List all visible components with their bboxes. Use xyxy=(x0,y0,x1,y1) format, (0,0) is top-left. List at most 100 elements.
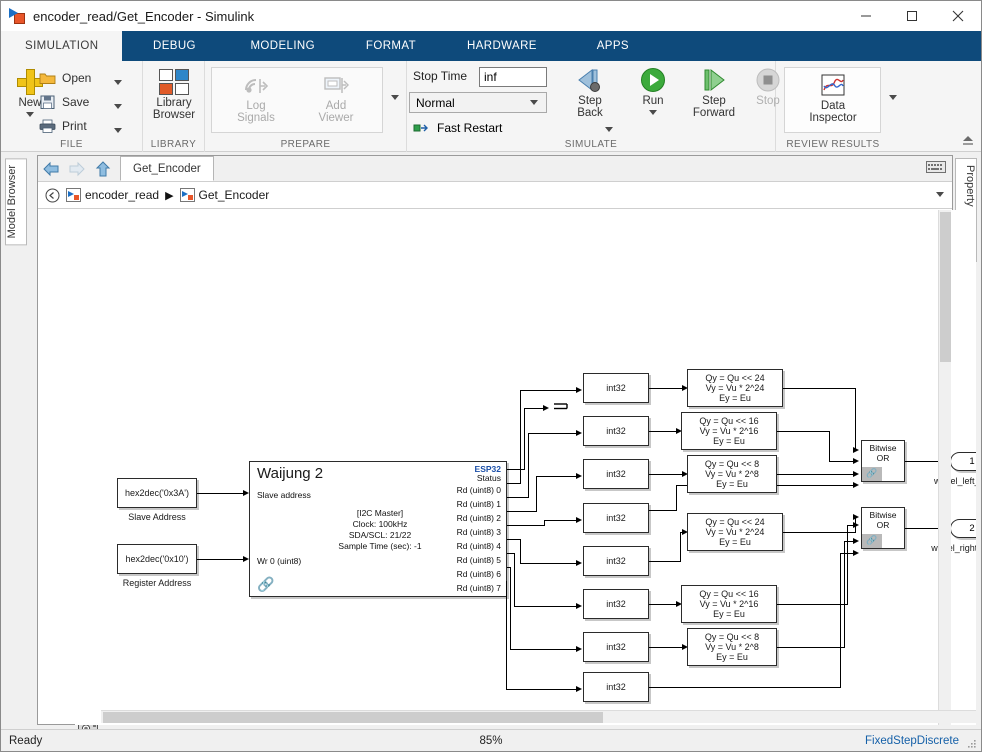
minimize-button[interactable] xyxy=(843,1,889,31)
block-int32-2[interactable]: int32 xyxy=(583,459,649,489)
block-int32-7[interactable]: int32 xyxy=(583,672,649,702)
stop-time-label: Stop Time xyxy=(413,69,468,83)
block-shift-0[interactable]: Qy = Qu << 24 Vy = Vu * 2^24 Ey = Eu xyxy=(687,369,783,407)
status-bar: Ready 85% FixedStepDiscrete xyxy=(1,729,981,751)
fast-restart-button[interactable]: Fast Restart xyxy=(413,121,502,135)
tab-simulation[interactable]: SIMULATION xyxy=(1,31,123,61)
arrow-or1-in1 xyxy=(853,457,859,464)
wire-rd7-a xyxy=(506,581,507,690)
file-tab-get-encoder[interactable]: Get_Encoder xyxy=(120,156,214,181)
status-solver-link[interactable]: FixedStepDiscrete xyxy=(865,735,959,747)
close-button[interactable] xyxy=(935,1,981,31)
vertical-scroll-thumb[interactable] xyxy=(940,212,951,362)
tab-apps[interactable]: APPS xyxy=(561,31,665,61)
block-shift-4[interactable]: Qy = Qu << 16 Vy = Vu * 2^16 Ey = Eu xyxy=(681,585,777,623)
save-button[interactable]: Save xyxy=(37,95,89,109)
shift-4-line-1: Qy = Qu << 16 xyxy=(699,589,759,599)
breadcrumb-item-encoder-read[interactable]: encoder_read xyxy=(66,188,159,202)
wire-s4-or2-v xyxy=(847,525,848,605)
window-controls xyxy=(843,1,981,31)
title-bar: encoder_read/Get_Encoder - Simulink xyxy=(1,1,981,31)
tab-modeling[interactable]: MODELING xyxy=(226,31,339,61)
wire-s0-or1 xyxy=(783,388,856,389)
run-button[interactable]: Run xyxy=(627,67,679,115)
block-int32-5[interactable]: int32 xyxy=(583,589,649,619)
step-back-label-2: Back xyxy=(577,107,603,119)
print-chevron-down-icon[interactable] xyxy=(114,128,122,133)
simulink-app-icon xyxy=(9,7,26,25)
print-button[interactable]: Print xyxy=(37,119,87,133)
breadcrumb-back-icon[interactable] xyxy=(38,188,66,203)
block-shift-1[interactable]: Qy = Qu << 16 Vy = Vu * 2^16 Ey = Eu xyxy=(681,412,777,450)
wire-rd1-c xyxy=(528,433,579,434)
shift-1-line-3: Ey = Eu xyxy=(713,436,745,446)
collapse-ribbon-icon[interactable] xyxy=(961,134,975,149)
run-chevron-down-icon[interactable] xyxy=(649,110,657,115)
block-terminator[interactable] xyxy=(553,401,569,413)
library-browser-button[interactable]: Library Browser xyxy=(151,69,197,121)
block-bitwise-or-right[interactable]: Bitwise OR 🔗 xyxy=(861,507,905,549)
block-diagram-canvas[interactable]: hex2dec('0x3A') Slave Address hex2dec('0… xyxy=(75,210,976,725)
data-inspector-chevron-down-icon[interactable] xyxy=(889,95,897,100)
canvas-vertical-scrollbar[interactable] xyxy=(938,210,951,725)
simulation-mode-select[interactable]: Normal xyxy=(409,92,547,113)
block-int32-1[interactable]: int32 xyxy=(583,416,649,446)
back-icon[interactable] xyxy=(38,156,64,182)
new-chevron-down-icon[interactable] xyxy=(26,112,34,117)
wire-rd0-a xyxy=(507,483,521,484)
shift-0-line-1: Qy = Qu << 24 xyxy=(705,373,765,383)
keyboard-shortcuts-icon[interactable] xyxy=(926,161,946,176)
printer-icon xyxy=(37,119,57,133)
maximize-button[interactable] xyxy=(889,1,935,31)
tab-hardware[interactable]: HARDWARE xyxy=(443,31,561,61)
add-viewer-label-2: Viewer xyxy=(318,112,354,124)
step-back-chevron-down-icon[interactable] xyxy=(605,127,613,132)
add-viewer-button[interactable]: Add Viewer xyxy=(300,74,372,124)
open-chevron-down-icon[interactable] xyxy=(114,80,122,85)
wire-i1-s1 xyxy=(649,431,679,432)
step-back-button[interactable]: Step Back xyxy=(559,67,621,119)
waijung-output-rd2: Rd (uint8) 2 xyxy=(456,513,501,523)
block-shift-3[interactable]: Qy = Qu << 24 Vy = Vu * 2^24 Ey = Eu xyxy=(687,513,783,551)
block-bitwise-or-left[interactable]: Bitwise OR 🔗 xyxy=(861,440,905,482)
data-inspector-button[interactable]: Data Inspector xyxy=(795,72,871,124)
waijung-output-rd5: Rd (uint8) 5 xyxy=(456,555,501,565)
shift-2-line-3: Ey = Eu xyxy=(716,479,748,489)
block-int32-4[interactable]: int32 xyxy=(583,546,649,576)
breadcrumb-item-get-encoder[interactable]: Get_Encoder xyxy=(179,188,269,202)
outport-1[interactable]: 1 xyxy=(950,452,976,471)
model-browser-panel-tab[interactable]: Model Browser xyxy=(5,158,27,246)
prepare-gallery-chevron-down-icon[interactable] xyxy=(391,95,399,100)
tab-debug[interactable]: DEBUG xyxy=(122,31,226,61)
arrow-or1-in2 xyxy=(853,470,859,477)
model-editor: Model Browser Property Inspector Get_Enc… xyxy=(1,152,981,735)
log-signals-icon xyxy=(245,79,269,93)
log-signals-button[interactable]: Log Signals xyxy=(220,74,292,124)
block-shift-2[interactable]: Qy = Qu << 8 Vy = Vu * 2^8 Ey = Eu xyxy=(687,455,777,493)
status-zoom-level[interactable]: 85% xyxy=(1,735,981,747)
resize-grip-icon[interactable] xyxy=(967,738,977,748)
stop-time-input[interactable] xyxy=(479,67,547,87)
tab-format[interactable]: FORMAT xyxy=(339,31,443,61)
horizontal-scroll-thumb[interactable] xyxy=(103,712,603,723)
up-icon[interactable] xyxy=(90,156,116,182)
block-shift-5[interactable]: Qy = Qu << 8 Vy = Vu * 2^8 Ey = Eu xyxy=(687,628,777,666)
block-int32-3[interactable]: int32 xyxy=(583,503,649,533)
canvas-horizontal-scrollbar[interactable] xyxy=(101,710,976,723)
shift-3-line-1: Qy = Qu << 24 xyxy=(705,517,765,527)
bitwise-or-left-line-2: OR xyxy=(876,452,890,463)
block-int32-6[interactable]: int32 xyxy=(583,632,649,662)
save-chevron-down-icon[interactable] xyxy=(114,104,122,109)
wire-rd3-a xyxy=(507,525,545,526)
save-label: Save xyxy=(62,95,90,109)
open-button[interactable]: Open xyxy=(37,71,91,85)
step-forward-button[interactable]: Step Forward xyxy=(683,67,745,119)
data-inspector-label-1: Data xyxy=(820,100,846,112)
wire-i6-s5 xyxy=(649,647,685,648)
open-label: Open xyxy=(62,71,92,85)
outport-2[interactable]: 2 xyxy=(950,519,976,538)
window-title: encoder_read/Get_Encoder - Simulink xyxy=(33,8,255,24)
block-int32-0[interactable]: int32 xyxy=(583,373,649,403)
waijung-output-rd7: Rd (uint8) 7 xyxy=(456,583,501,593)
breadcrumb-chevron-down-icon[interactable] xyxy=(936,192,944,197)
